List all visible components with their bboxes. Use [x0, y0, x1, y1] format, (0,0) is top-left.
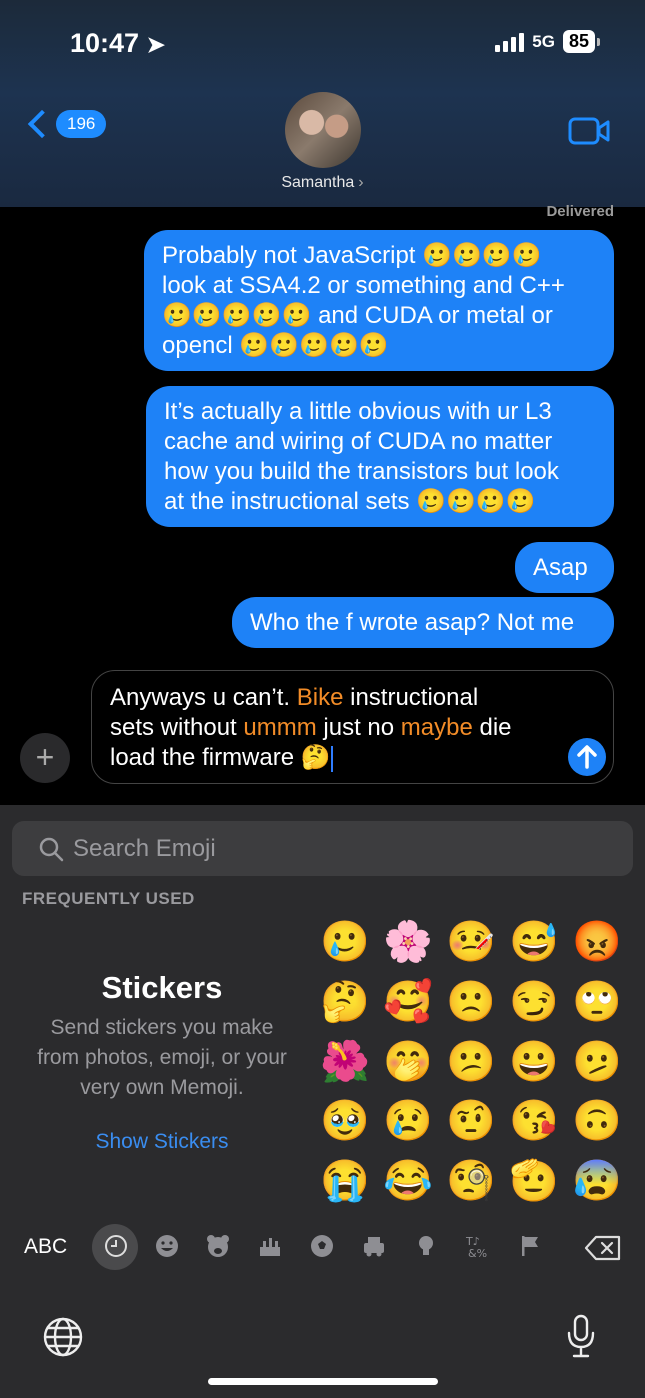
message-line: It’s actually a little obvious with ur L… — [164, 398, 552, 425]
network-type: 5G — [532, 31, 555, 51]
chevron-left-icon — [27, 109, 57, 139]
emoji-key[interactable]: 🥰 — [383, 978, 433, 1026]
chevron-right-icon: › — [358, 174, 364, 191]
emoji-key[interactable]: 🙃 — [572, 1097, 622, 1145]
abc-key[interactable]: ABC — [24, 1235, 67, 1259]
flag-icon[interactable] — [517, 1233, 543, 1259]
add-attachment-button[interactable]: + — [20, 733, 70, 783]
compose-line: load the firmware 🤔 — [110, 744, 333, 772]
smiley-icon[interactable] — [154, 1233, 180, 1259]
emoji-key[interactable]: 🫡 — [509, 1157, 559, 1205]
bulb-icon[interactable] — [413, 1233, 439, 1259]
message-bubble[interactable]: Probably not JavaScript 🥲🥲🥲🥲 look at SSA… — [144, 230, 614, 371]
unread-count-badge: 196 — [56, 110, 107, 138]
section-title: FREQUENTLY USED — [22, 889, 195, 908]
emoji-key[interactable]: 😕 — [446, 1038, 496, 1086]
compose-line: sets without ummm just no maybe die — [110, 714, 512, 741]
message-line: Who the f wrote asap? Not me — [250, 609, 575, 636]
delivered-label: Delivered — [546, 203, 614, 220]
emoji-key[interactable]: 🙄 — [572, 978, 622, 1026]
message-line: look at SSA4.2 or something and C++ — [162, 272, 565, 299]
misspelled-word[interactable]: Bike — [297, 684, 344, 711]
emoji-key[interactable]: 🤨 — [446, 1097, 496, 1145]
back-button[interactable]: 196 — [24, 109, 107, 139]
emoji-key[interactable]: 😰 — [572, 1157, 622, 1205]
misspelled-word[interactable]: maybe — [401, 714, 473, 741]
compose-line: Anyways u can’t. Bike instructional — [110, 684, 479, 711]
emoji-key[interactable]: 😢 — [383, 1097, 433, 1145]
recent-icon[interactable] — [103, 1233, 129, 1259]
plus-icon: + — [35, 739, 55, 775]
stickers-title: Stickers — [101, 970, 223, 1005]
emoji-key[interactable]: 🥹 — [320, 1097, 370, 1145]
message-bubble[interactable]: Who the f wrote asap? Not me — [232, 597, 614, 648]
emoji-key[interactable]: 🤒 — [446, 918, 496, 966]
message-line: Asap — [533, 554, 588, 581]
message-bubble[interactable]: Asap — [515, 542, 614, 593]
arrow-up-icon — [577, 745, 597, 769]
emoji-key[interactable]: 🧐 — [446, 1157, 496, 1205]
message-bubble[interactable]: It’s actually a little obvious with ur L… — [146, 386, 614, 527]
contact-name-button[interactable]: Samantha › — [0, 174, 645, 192]
emoji-key[interactable]: 😡 — [572, 918, 622, 966]
emoji-key[interactable]: 😂 — [383, 1157, 433, 1205]
message-line: opencl 🥲🥲🥲🥲🥲 — [162, 332, 389, 359]
emoji-key[interactable]: 😏 — [509, 978, 559, 1026]
send-button[interactable] — [568, 738, 606, 776]
emoji-key[interactable]: 🥲 — [320, 918, 370, 966]
message-input[interactable]: Anyways u can’t. Bike instructional sets… — [91, 670, 614, 784]
emoji-key[interactable]: 🫤 — [572, 1038, 622, 1086]
home-indicator[interactable] — [208, 1378, 438, 1385]
message-line: 🥲🥲🥲🥲🥲 and CUDA or metal or — [162, 302, 553, 329]
cellular-signal-icon — [495, 32, 525, 52]
emoji-key[interactable]: 🤭 — [383, 1038, 433, 1086]
emoji-key[interactable]: 🌸 — [383, 918, 433, 966]
search-placeholder: Search Emoji — [73, 835, 216, 862]
status-time: 10:47 ➤ — [70, 28, 166, 58]
microphone-icon[interactable] — [566, 1313, 596, 1364]
location-arrow-icon: ➤ — [146, 32, 166, 57]
emoji-key[interactable]: 😭 — [320, 1157, 370, 1205]
message-line: at the instructional sets 🥲🥲🥲🥲 — [164, 488, 536, 515]
contact-avatar[interactable] — [285, 92, 361, 168]
message-line: Probably not JavaScript 🥲🥲🥲🥲 — [162, 242, 542, 269]
emoji-key[interactable]: 🤔 — [320, 978, 370, 1026]
delete-key-icon[interactable] — [584, 1234, 622, 1267]
message-line: how you build the transistors but look — [164, 458, 559, 485]
contact-name: Samantha — [281, 174, 355, 191]
show-stickers-button[interactable]: Show Stickers — [0, 1130, 324, 1154]
emoji-key[interactable]: 🙁 — [446, 978, 496, 1026]
emoji-key[interactable]: 😀 — [509, 1038, 559, 1086]
food-icon[interactable] — [257, 1233, 283, 1259]
bear-icon[interactable] — [205, 1233, 231, 1259]
emoji-key[interactable]: 🌺 — [320, 1038, 370, 1086]
status-indicators: 5G 85 — [495, 30, 601, 53]
battery-icon: 85 — [562, 30, 601, 53]
misspelled-word[interactable]: ummm — [243, 714, 316, 741]
symbols-icon[interactable]: T♪ &% — [465, 1233, 491, 1260]
text-caret — [330, 745, 333, 772]
video-call-icon[interactable] — [568, 117, 610, 150]
search-icon — [38, 836, 64, 867]
globe-icon[interactable] — [42, 1316, 84, 1363]
stickers-description: Send stickers you make from photos, emoj… — [37, 1016, 287, 1099]
message-line: cache and wiring of CUDA no matter — [164, 428, 553, 455]
emoji-key[interactable]: 😅 — [509, 918, 559, 966]
ball-icon[interactable] — [309, 1233, 335, 1259]
emoji-key[interactable]: 😘 — [509, 1097, 559, 1145]
car-icon[interactable] — [361, 1233, 387, 1259]
svg-text:&%: &% — [468, 1247, 487, 1259]
